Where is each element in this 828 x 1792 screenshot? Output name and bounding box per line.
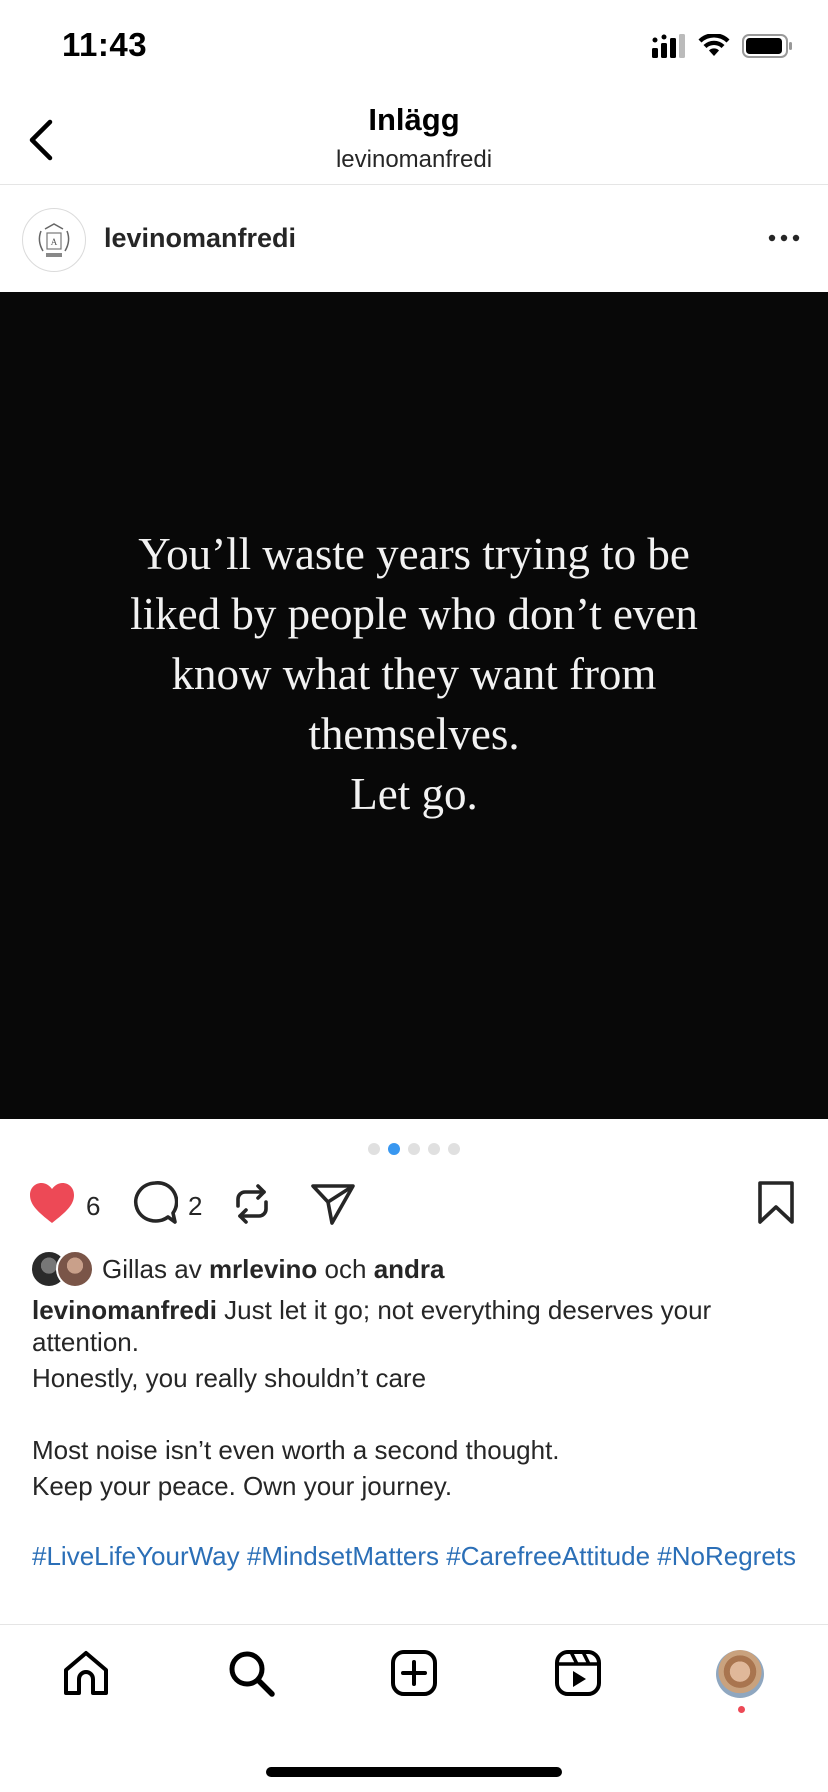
svg-text:A: A — [51, 237, 58, 247]
quote-line: Let go. — [350, 769, 478, 819]
carousel-dot — [388, 1143, 400, 1155]
carousel-indicator — [0, 1143, 828, 1155]
quote-text: You’ll waste years trying to be liked by… — [60, 524, 768, 824]
quote-line: liked by people who don’t even — [130, 589, 698, 639]
home-indicator[interactable] — [266, 1767, 562, 1777]
cellular-signal-icon — [652, 34, 685, 58]
liker-avatar — [56, 1250, 94, 1288]
quote-line: You’ll waste years trying to be — [138, 529, 690, 579]
post-author-username[interactable]: levinomanfredi — [104, 223, 296, 254]
liked-by-prefix: Gillas av — [102, 1253, 202, 1284]
battery-icon — [742, 34, 792, 58]
liked-by-text: Gillas av mrlevino och andra — [102, 1254, 445, 1285]
post-author-avatar[interactable]: A — [22, 208, 86, 272]
quote-line: know what they want from — [171, 649, 657, 699]
status-icons — [652, 34, 794, 58]
caption-hashtags[interactable]: #LiveLifeYourWay #MindsetMatters #Carefr… — [32, 1540, 802, 1572]
caption-line: Keep your peace. Own your journey. — [32, 1471, 453, 1501]
notification-dot — [738, 1706, 745, 1713]
bookmark-icon[interactable] — [756, 1180, 796, 1226]
crest-logo: A — [38, 223, 70, 257]
liked-by-connector: och — [324, 1253, 367, 1284]
repost-icon[interactable] — [230, 1182, 274, 1226]
like-count[interactable]: 6 — [86, 1191, 100, 1222]
profile-avatar[interactable] — [716, 1650, 764, 1698]
page-subtitle: levinomanfredi — [335, 146, 493, 173]
carousel-dot — [448, 1143, 460, 1155]
post-image[interactable]: You’ll waste years trying to be liked by… — [0, 292, 828, 1119]
carousel-dot — [408, 1143, 420, 1155]
home-icon[interactable] — [61, 1648, 111, 1698]
comment-icon[interactable] — [132, 1180, 178, 1226]
post-caption: levinomanfredi Just let it go; not every… — [32, 1294, 802, 1572]
header-divider — [0, 184, 828, 185]
carousel-dot — [428, 1143, 440, 1155]
reels-icon[interactable] — [553, 1648, 603, 1698]
nav-divider — [0, 1624, 828, 1625]
comment-count[interactable]: 2 — [188, 1191, 202, 1222]
page-title: Inlägg — [368, 102, 460, 137]
post-actions: 6 2 — [28, 1178, 800, 1230]
liked-by-others[interactable]: andra — [374, 1254, 445, 1284]
heart-icon[interactable] — [28, 1181, 76, 1225]
more-horizontal-icon[interactable] — [766, 224, 802, 252]
liked-by-user[interactable]: mrlevino — [209, 1254, 317, 1284]
share-icon[interactable] — [310, 1182, 356, 1226]
liked-by-row[interactable]: Gillas av mrlevino och andra — [30, 1250, 445, 1288]
create-icon[interactable] — [389, 1648, 439, 1698]
caption-username[interactable]: levinomanfredi — [32, 1295, 217, 1325]
status-time: 11:43 — [62, 26, 148, 63]
search-icon[interactable] — [226, 1648, 276, 1698]
caption-line: Most noise isn’t even worth a second tho… — [32, 1435, 560, 1465]
quote-line: themselves. — [308, 709, 520, 759]
wifi-icon — [698, 34, 730, 56]
caption-line: Honestly, you really shouldn’t care — [32, 1363, 427, 1393]
carousel-dot — [368, 1143, 380, 1155]
